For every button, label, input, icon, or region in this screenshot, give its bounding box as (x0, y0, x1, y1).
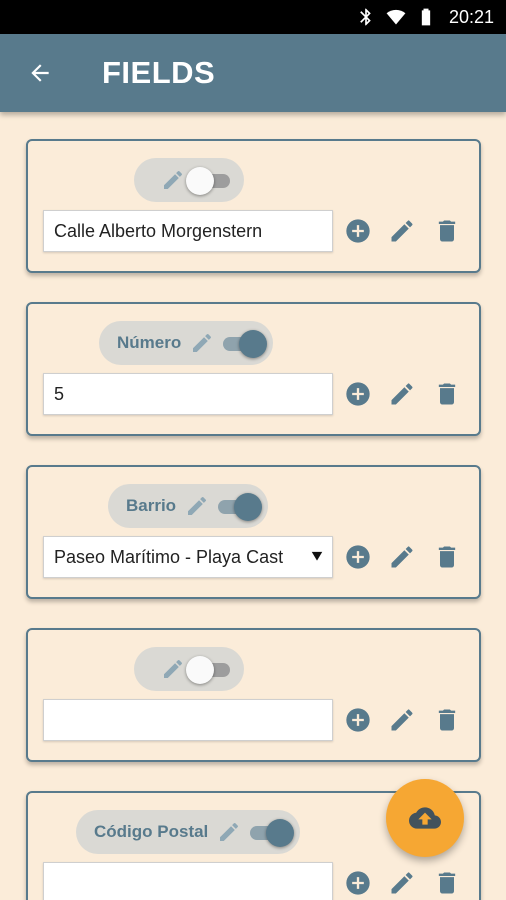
pencil-icon (189, 330, 215, 356)
field-toggle-pill: Código Postal (76, 810, 301, 854)
edit-pencil-icon[interactable] (387, 216, 417, 246)
field-input[interactable]: Calle Alberto Morgenstern (43, 210, 333, 252)
status-time: 20:21 (448, 6, 494, 27)
trash-icon[interactable] (432, 705, 462, 735)
field-visibility-switch[interactable] (219, 328, 268, 358)
add-circle-icon[interactable] (343, 705, 373, 735)
bluetooth-icon (355, 6, 377, 28)
edit-pencil-icon[interactable] (387, 868, 417, 898)
barrio-select[interactable]: Paseo Marítimo - Playa Cast (43, 536, 333, 578)
pencil-icon (160, 656, 186, 682)
add-circle-icon[interactable] (343, 868, 373, 898)
field-card (26, 628, 481, 762)
dropdown-arrow-icon (310, 549, 324, 563)
add-circle-icon[interactable] (343, 542, 373, 572)
field-visibility-switch[interactable] (246, 817, 295, 847)
field-card: Calle Alberto Morgenstern (26, 139, 481, 273)
add-circle-icon[interactable] (343, 216, 373, 246)
field-visibility-switch[interactable] (186, 654, 234, 684)
app-bar: FIELDS (0, 34, 506, 112)
status-bar: 20:21 (0, 0, 506, 34)
field-toggle-pill (134, 158, 244, 202)
trash-icon[interactable] (432, 379, 462, 409)
field-card: Barrio Paseo Marítimo - Playa Cast (26, 465, 481, 599)
pencil-icon (216, 819, 242, 845)
trash-icon[interactable] (432, 216, 462, 246)
pencil-icon (184, 493, 210, 519)
field-visibility-switch[interactable] (214, 491, 263, 521)
edit-pencil-icon[interactable] (387, 379, 417, 409)
field-input[interactable] (43, 699, 333, 741)
field-input[interactable]: 5 (43, 373, 333, 415)
field-label: Código Postal (94, 822, 209, 841)
field-input[interactable] (43, 862, 333, 900)
field-card: Número 5 (26, 302, 481, 436)
battery-icon (415, 6, 437, 28)
field-label: Número (117, 333, 182, 352)
edit-pencil-icon[interactable] (387, 542, 417, 572)
page-title: FIELDS (102, 55, 216, 90)
pencil-icon (160, 167, 186, 193)
add-circle-icon[interactable] (343, 379, 373, 409)
upload-fab-button[interactable] (386, 779, 464, 857)
field-toggle-pill: Barrio (108, 484, 269, 528)
wifi-icon (385, 6, 407, 28)
field-visibility-switch[interactable] (186, 165, 234, 195)
edit-pencil-icon[interactable] (387, 705, 417, 735)
field-toggle-pill (134, 647, 244, 691)
trash-icon[interactable] (432, 868, 462, 898)
cloud-upload-icon (409, 802, 441, 834)
back-arrow-icon[interactable] (26, 59, 54, 87)
field-label: Barrio (126, 496, 177, 515)
select-value: Paseo Marítimo - Playa Cast (54, 546, 284, 567)
trash-icon[interactable] (432, 542, 462, 572)
field-toggle-pill: Número (99, 321, 274, 365)
